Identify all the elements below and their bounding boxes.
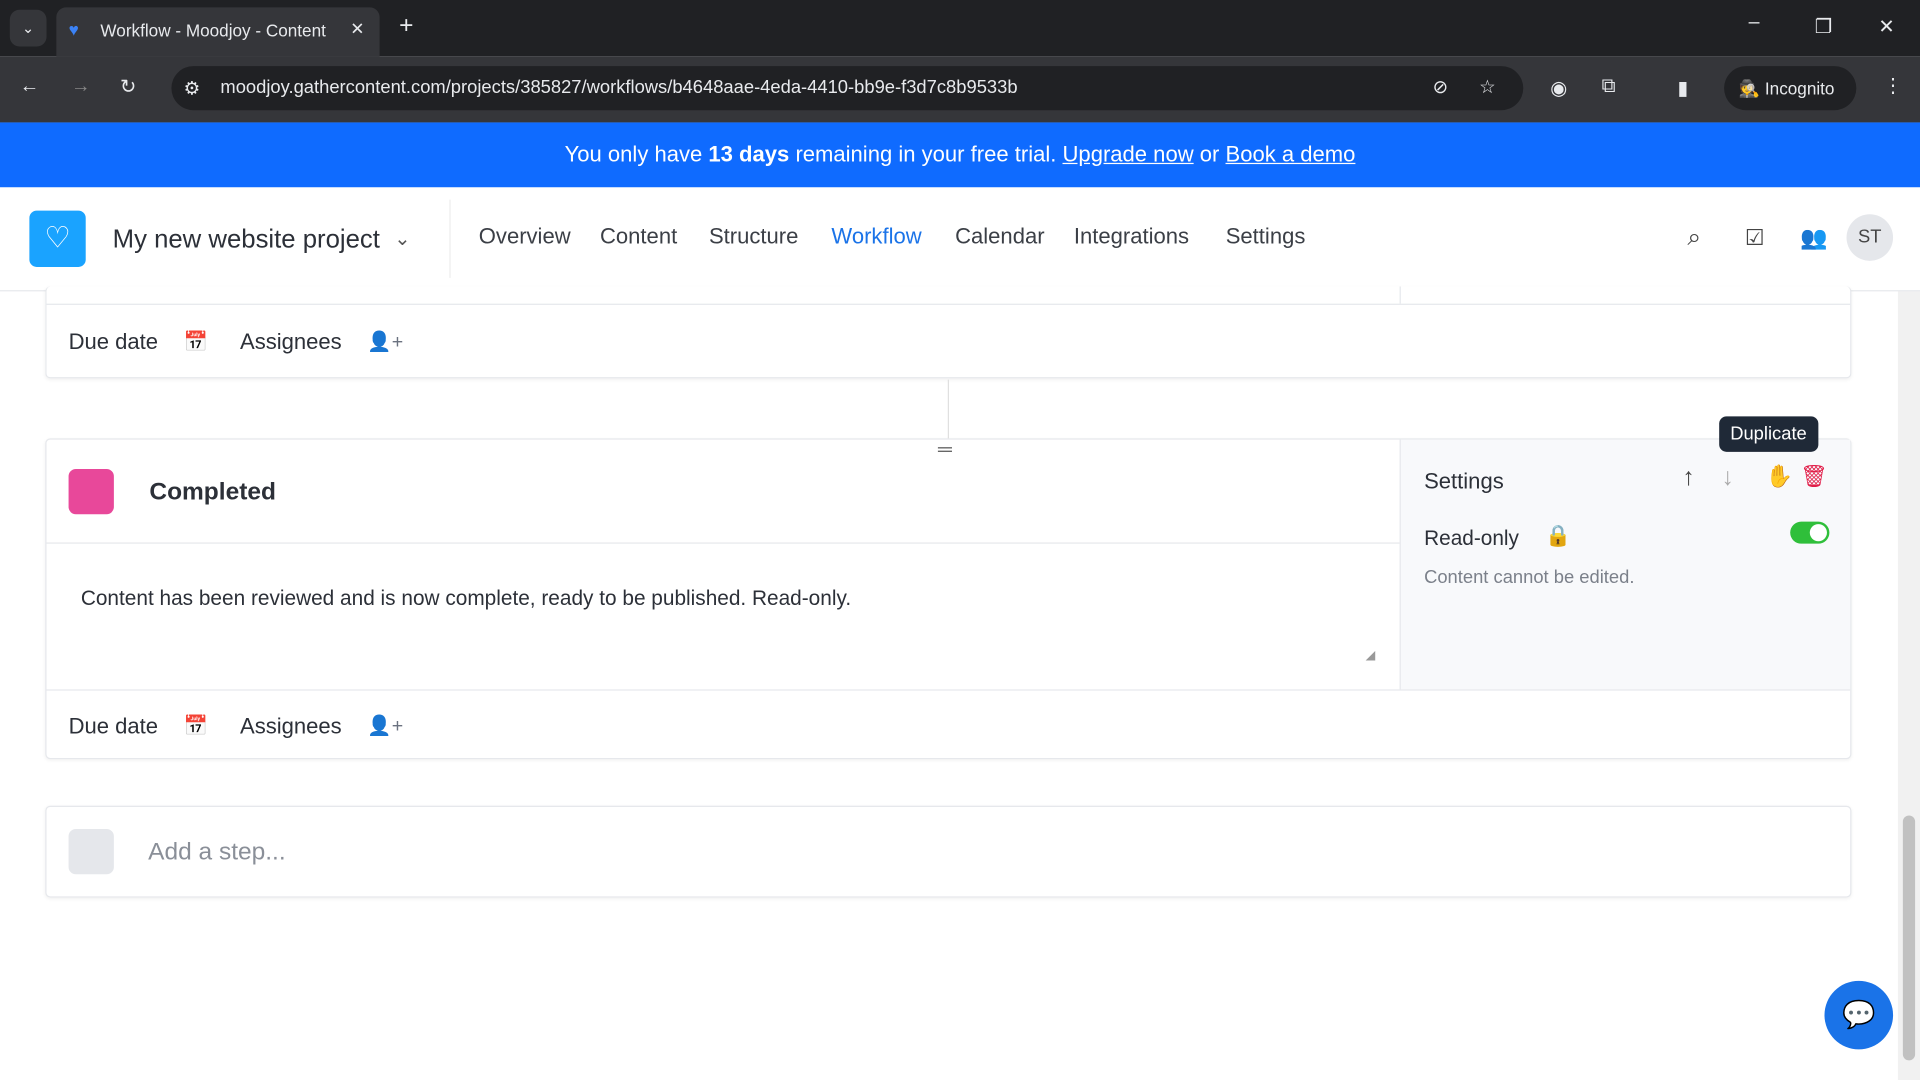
incognito-icon: 🕵 (1738, 78, 1761, 98)
address-bar[interactable]: ⚙ ⊘ ☆ moodjoy.gathercontent.com/projects… (171, 66, 1524, 111)
add-assignee-icon[interactable]: 👤+ (367, 714, 403, 738)
divider (449, 199, 451, 278)
calendar-icon[interactable]: 📅 (184, 329, 208, 353)
step-color-swatch[interactable] (68, 468, 114, 515)
duplicate-icon[interactable]: ✋ (1766, 464, 1793, 490)
chat-launcher-icon[interactable]: 💬 (1824, 980, 1894, 1050)
menu-icon[interactable]: ⋮ (1883, 73, 1903, 97)
book-demo-link[interactable]: Book a demo (1226, 142, 1356, 166)
app-header: ♡ My new website project ⌄ Overview Cont… (0, 187, 1920, 292)
step-name[interactable]: Completed (149, 479, 276, 507)
add-assignee-icon[interactable]: 👤+ (367, 329, 403, 353)
browser-tab[interactable]: ♥ Workflow - Moodjoy - Content ✕ (56, 7, 380, 57)
back-icon[interactable]: ← (20, 76, 40, 98)
resize-handle-icon[interactable]: ◢ (1366, 649, 1375, 662)
nav-overview[interactable]: Overview (479, 224, 571, 250)
nav-workflow[interactable]: Workflow (831, 224, 921, 250)
tab-search-button[interactable]: ⌄ (9, 9, 47, 47)
chevron-down-icon[interactable]: ⌄ (394, 227, 410, 251)
add-step-input[interactable]: Add a step... (148, 839, 286, 867)
nav-settings[interactable]: Settings (1226, 224, 1306, 250)
gathercontent-logo[interactable]: ♡ (29, 210, 86, 267)
incognito-indicator[interactable]: 🕵 Incognito (1724, 66, 1857, 111)
bookmark-star-icon[interactable]: ☆ (1479, 76, 1495, 98)
banner-or: or (1199, 142, 1220, 167)
banner-text-2: remaining in your free trial. (795, 142, 1057, 167)
team-icon[interactable]: 👥 (1800, 225, 1827, 251)
due-date-label[interactable]: Due date (69, 329, 158, 355)
workflow-step-completed: ═ Completed Content has been reviewed an… (45, 416, 1852, 760)
connector-line (947, 379, 949, 439)
step-description-textarea[interactable]: Content has been reviewed and is now com… (64, 555, 1380, 673)
puzzle-icon[interactable]: ⧉ (1602, 76, 1616, 98)
drag-handle-icon[interactable]: ═ (938, 440, 952, 462)
eye-off-icon[interactable]: ⊘ (1433, 76, 1448, 98)
new-tab-icon[interactable]: + (399, 12, 413, 40)
nav-structure[interactable]: Structure (709, 224, 798, 250)
nav-content[interactable]: Content (600, 224, 677, 250)
reload-icon[interactable]: ↻ (120, 75, 136, 99)
due-date-label[interactable]: Due date (69, 714, 158, 740)
close-window-icon[interactable]: ✕ (1878, 15, 1894, 39)
scrollbar[interactable] (1897, 291, 1920, 1080)
banner-days: 13 days (708, 142, 790, 167)
upgrade-link[interactable]: Upgrade now (1063, 142, 1194, 166)
readonly-help: Content cannot be edited. (1424, 566, 1635, 588)
move-down-icon[interactable]: ↓ (1722, 464, 1734, 492)
duplicate-tooltip: Duplicate (1719, 416, 1818, 452)
step-description: Content has been reviewed and is now com… (80, 586, 852, 610)
close-tab-icon[interactable]: ✕ (350, 18, 364, 39)
trial-banner: You only have 13 days remaining in your … (0, 122, 1920, 188)
add-step-swatch (68, 828, 114, 875)
lock-icon: 🔒 (1545, 524, 1572, 548)
assignees-label[interactable]: Assignees (240, 329, 342, 355)
tab-title: Workflow - Moodjoy - Content (100, 20, 326, 41)
nav-integrations[interactable]: Integrations (1074, 224, 1189, 250)
search-icon[interactable]: ⌕ (1687, 224, 1701, 252)
scrollbar-thumb[interactable] (1902, 815, 1916, 1061)
sidebar-icon[interactable]: ▮ (1678, 76, 1689, 100)
add-step-card[interactable]: Add a step... (45, 805, 1852, 898)
url-text: moodjoy.gathercontent.com/projects/38582… (220, 77, 1018, 98)
workflow-content: Due date 📅 Assignees 👤+ ═ Completed Cont… (0, 286, 1898, 1080)
incognito-label: Incognito (1764, 78, 1835, 98)
calendar-icon[interactable]: 📅 (184, 714, 208, 738)
banner-text: You only have (564, 142, 703, 167)
readonly-label: Read-only (1424, 526, 1519, 550)
readonly-toggle[interactable] (1790, 521, 1830, 544)
browser-tab-bar: ⌄ ♥ Workflow - Moodjoy - Content ✕ + – ❐… (0, 0, 1920, 57)
avatar[interactable]: ST (1846, 214, 1894, 261)
forward-icon[interactable]: → (71, 76, 91, 98)
restore-icon[interactable]: ❐ (1815, 15, 1833, 39)
nav-calendar[interactable]: Calendar (955, 224, 1044, 250)
extension-icon[interactable]: ◉ (1550, 76, 1567, 100)
minimize-icon[interactable]: – (1749, 12, 1760, 34)
moodjoy-favicon-icon: ♥ (68, 19, 79, 40)
move-up-icon[interactable]: ↑ (1682, 464, 1694, 492)
settings-title: Settings (1424, 468, 1504, 494)
settings-panel: Settings ↑ ↓ ✋ 🗑 Duplicate Read-only 🔒 C… (1399, 416, 1851, 690)
tasks-icon[interactable]: ☑ (1745, 225, 1765, 251)
delete-icon[interactable]: 🗑 (1800, 464, 1828, 490)
project-switcher[interactable]: My new website project (113, 225, 380, 254)
assignees-label[interactable]: Assignees (240, 714, 342, 740)
workflow-step-card: Due date 📅 Assignees 👤+ (45, 286, 1852, 379)
site-info-icon[interactable]: ⚙ (184, 77, 200, 99)
